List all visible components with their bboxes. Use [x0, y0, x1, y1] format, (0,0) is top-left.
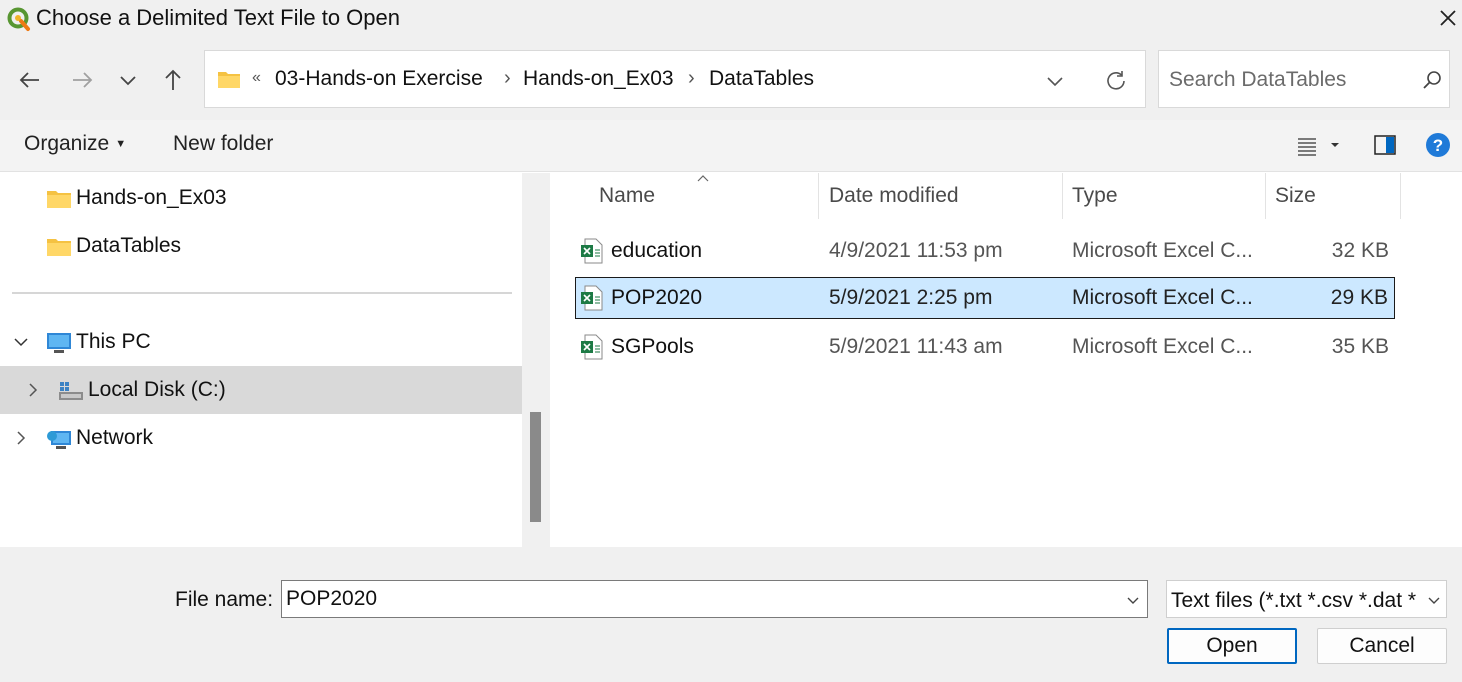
nav-item-label: Network	[76, 426, 154, 449]
nav-item-datatables[interactable]: DataTables	[0, 222, 522, 270]
excel-csv-icon	[581, 334, 603, 360]
column-header-date[interactable]: Date modified	[829, 184, 959, 208]
navigation-pane: Hands-on_Ex03 DataTables This PC Local D…	[0, 173, 522, 547]
folder-icon	[218, 72, 240, 88]
nav-item-label: DataTables	[76, 234, 182, 257]
bottom-panel: File name: Text files (*.txt *.csv *.dat…	[0, 547, 1462, 682]
chevron-right-icon[interactable]	[24, 381, 42, 399]
up-arrow-icon[interactable]	[159, 66, 187, 94]
chevron-right-icon[interactable]	[12, 429, 30, 447]
search-input[interactable]	[1169, 65, 1409, 95]
file-name-input[interactable]	[286, 586, 1106, 612]
address-overflow-chevron[interactable]: «	[252, 69, 261, 87]
excel-csv-icon	[581, 285, 603, 311]
column-separator[interactable]	[1265, 173, 1266, 219]
nav-item-network[interactable]: Network	[0, 414, 522, 462]
file-row[interactable]: education 4/9/2021 11:53 pm Microsoft Ex…	[575, 230, 1395, 272]
file-date: 5/9/2021 2:25 pm	[829, 286, 993, 309]
search-icon[interactable]	[1421, 69, 1443, 91]
navigation-bar: « 03-Hands-on Exercise › Hands-on_Ex03 ›…	[0, 40, 1462, 120]
nav-item-label: Hands-on_Ex03	[76, 186, 227, 209]
column-separator[interactable]	[818, 173, 819, 219]
breadcrumb-item[interactable]: 03-Hands-on Exercise	[275, 67, 483, 91]
file-name: SGPools	[611, 335, 694, 358]
nav-item-label: Local Disk (C:)	[88, 378, 226, 401]
sort-ascending-icon	[697, 175, 709, 182]
file-name: POP2020	[611, 286, 703, 309]
organize-menu-button[interactable]: Organize ▼	[24, 132, 126, 156]
network-icon	[47, 431, 71, 449]
breadcrumb-item[interactable]: Hands-on_Ex03	[523, 67, 674, 91]
file-size: 35 KB	[1331, 335, 1389, 358]
file-type-dropdown[interactable]: Text files (*.txt *.csv *.dat *	[1166, 580, 1447, 618]
file-name: education	[611, 239, 703, 262]
divider	[12, 292, 512, 294]
file-type: Microsoft Excel C...	[1072, 286, 1253, 309]
computer-icon	[47, 333, 71, 353]
cancel-button[interactable]: Cancel	[1317, 628, 1447, 664]
title-bar: Choose a Delimited Text File to Open	[0, 0, 1462, 40]
file-row-selected[interactable]: POP2020 5/9/2021 2:25 pm Microsoft Excel…	[575, 277, 1395, 319]
close-icon[interactable]	[1436, 6, 1460, 30]
file-size: 29 KB	[1330, 286, 1388, 309]
view-options-icon[interactable]	[1296, 134, 1342, 158]
help-icon[interactable]: ?	[1425, 132, 1451, 158]
file-row[interactable]: SGPools 5/9/2021 11:43 am Microsoft Exce…	[575, 326, 1395, 368]
command-toolbar: Organize ▼ New folder ?	[0, 120, 1462, 172]
preview-pane-icon[interactable]	[1374, 134, 1396, 156]
file-size: 32 KB	[1331, 239, 1389, 262]
open-button[interactable]: Open	[1167, 628, 1297, 664]
breadcrumb-separator[interactable]: ›	[504, 67, 511, 90]
refresh-icon[interactable]	[1103, 68, 1129, 94]
folder-icon	[47, 239, 71, 256]
address-bar[interactable]: « 03-Hands-on Exercise › Hands-on_Ex03 ›…	[204, 50, 1146, 108]
excel-csv-icon	[581, 238, 603, 264]
chevron-down-icon[interactable]	[12, 333, 30, 351]
search-box	[1158, 50, 1450, 108]
breadcrumb-item[interactable]: DataTables	[709, 67, 814, 91]
window-title: Choose a Delimited Text File to Open	[36, 5, 400, 30]
folder-icon	[47, 191, 71, 208]
chevron-down-icon[interactable]	[1043, 69, 1067, 93]
column-separator[interactable]	[1062, 173, 1063, 219]
organize-label: Organize	[24, 132, 110, 155]
column-header-size[interactable]: Size	[1275, 184, 1316, 208]
file-type-value: Text files (*.txt *.csv *.dat *	[1171, 589, 1417, 612]
file-name-combobox	[281, 580, 1148, 618]
forward-arrow-icon[interactable]	[68, 66, 96, 94]
nav-item-label: This PC	[76, 330, 151, 353]
file-type: Microsoft Excel C...	[1072, 335, 1253, 358]
column-header-type[interactable]: Type	[1072, 184, 1118, 208]
chevron-down-icon	[1425, 591, 1443, 609]
file-name-label: File name:	[175, 588, 274, 611]
breadcrumb-separator[interactable]: ›	[688, 67, 695, 90]
new-folder-button[interactable]: New folder	[173, 132, 273, 156]
disk-icon	[59, 382, 83, 400]
column-separator[interactable]	[1400, 173, 1401, 219]
caret-down-icon: ▼	[115, 138, 127, 150]
file-type: Microsoft Excel C...	[1072, 239, 1253, 262]
file-list: Name Date modified Type Size education 4…	[550, 173, 1462, 547]
recent-locations-chevron-icon[interactable]	[114, 66, 142, 94]
nav-item-this-pc[interactable]: This PC	[0, 318, 522, 366]
file-date: 4/9/2021 11:53 pm	[829, 239, 1003, 262]
scrollbar-thumb[interactable]	[530, 412, 541, 522]
nav-item-hands-on-ex03[interactable]: Hands-on_Ex03	[0, 174, 522, 222]
qgis-logo-icon	[7, 7, 30, 31]
nav-item-local-disk[interactable]: Local Disk (C:)	[0, 366, 522, 414]
back-arrow-icon[interactable]	[16, 66, 44, 94]
file-date: 5/9/2021 11:43 am	[829, 335, 1003, 358]
svg-text:?: ?	[1433, 136, 1443, 155]
chevron-down-icon[interactable]	[1124, 591, 1142, 609]
column-header-name[interactable]: Name	[599, 184, 655, 208]
